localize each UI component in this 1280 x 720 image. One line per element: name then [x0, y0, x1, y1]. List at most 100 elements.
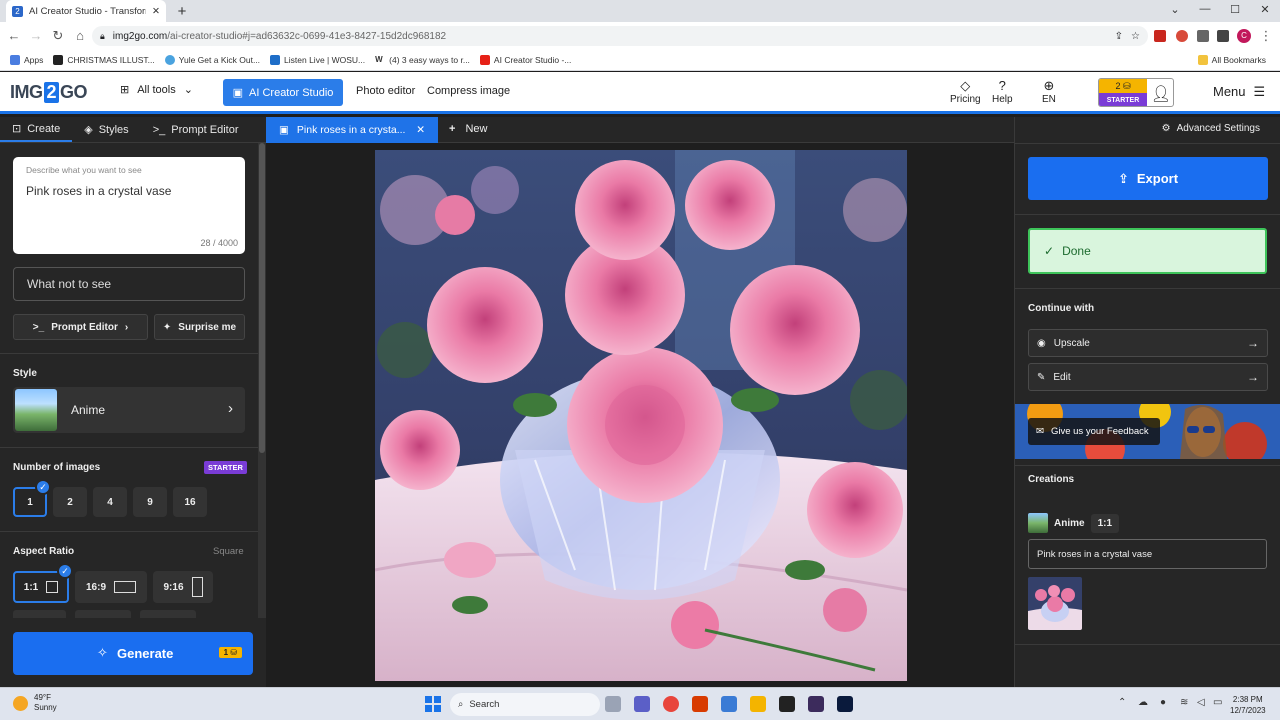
bookmark-item[interactable]: CHRISTMAS ILLUST...: [53, 55, 155, 65]
photoshop-icon[interactable]: [837, 696, 853, 712]
upscale-button[interactable]: ◉ Upscale →: [1028, 329, 1268, 357]
tab-create[interactable]: ⊡ Create: [0, 117, 73, 142]
menu-button[interactable]: Menu ☰: [1213, 84, 1265, 100]
left-scrollbar[interactable]: [258, 143, 266, 618]
photo-editor-link[interactable]: Photo editor: [356, 85, 415, 97]
aspect-9-16-button[interactable]: 9:16: [153, 571, 213, 603]
bookmark-item[interactable]: AI Creator Studio -...: [479, 55, 571, 65]
microphone-icon[interactable]: ●: [1160, 697, 1166, 708]
bookmark-all[interactable]: All Bookmarks: [1197, 55, 1266, 65]
bookmark-apps[interactable]: Apps: [10, 55, 43, 65]
url-field[interactable]: 🔒︎ img2go.com/ai-creator-studio#j=ad6363…: [92, 26, 1148, 46]
help-link[interactable]: ? Help: [992, 78, 1013, 105]
aspect-16-9-button[interactable]: 16:9: [75, 571, 147, 603]
tab-prompt-editor[interactable]: >_ Prompt Editor: [141, 117, 251, 142]
bookmark-star-icon[interactable]: ☆: [1131, 31, 1140, 42]
ai-creator-studio-button[interactable]: ▣ AI Creator Studio: [223, 79, 343, 106]
num-images-16[interactable]: 16: [173, 487, 207, 517]
palette-icon: ◈: [84, 124, 93, 136]
edit-button[interactable]: ✎ Edit →: [1028, 363, 1268, 391]
bookmark-item[interactable]: Yule Get a Kick Out...: [164, 55, 260, 65]
chrome-icon[interactable]: [663, 696, 679, 712]
feedback-banner[interactable]: ✉ Give us your Feedback: [1015, 404, 1280, 459]
puzzle-extensions-icon[interactable]: [1197, 30, 1209, 42]
windows-taskbar: 49°F Sunny ⌕ Search ⌃ ☁ ● ≋ ◁ ▭ 2:38 PM 12/…: [0, 687, 1280, 720]
creation-thumbnail[interactable]: [1028, 577, 1082, 630]
prompt-textarea[interactable]: Describe what you want to see Pink roses…: [13, 157, 245, 254]
w-favicon-icon: W: [375, 55, 386, 65]
chevron-up-icon[interactable]: ⌃: [1118, 697, 1126, 708]
compress-image-link[interactable]: Compress image: [427, 85, 510, 97]
close-tab-icon[interactable]: ✕: [416, 124, 425, 136]
amazon-icon[interactable]: [779, 696, 795, 712]
scrollbar-thumb[interactable]: [259, 143, 265, 453]
generated-image[interactable]: [375, 150, 907, 681]
tab-styles[interactable]: ◈ Styles: [72, 117, 140, 142]
reload-icon[interactable]: ↻: [50, 28, 66, 44]
sun-icon: [13, 695, 28, 711]
forward-icon[interactable]: →: [28, 28, 44, 44]
generate-button[interactable]: ✧ Generate 1 ⛁: [13, 632, 253, 675]
language-selector[interactable]: ⊕ EN: [1042, 78, 1056, 105]
share-icon[interactable]: ⇪: [1115, 31, 1123, 42]
tab-search-icon[interactable]: ⌄: [1160, 3, 1190, 19]
new-tab-button[interactable]: +: [172, 1, 192, 21]
taskbar-search[interactable]: ⌕ Search: [450, 693, 600, 716]
bookmark-item[interactable]: W (4) 3 easy ways to r...: [375, 55, 470, 65]
minimize-button[interactable]: —: [1190, 3, 1220, 19]
file-explorer-icon[interactable]: [750, 696, 766, 712]
prompt-value[interactable]: Pink roses in a crystal vase: [26, 184, 171, 198]
img2go-logo[interactable]: IMG 2 GO: [10, 80, 88, 104]
calculator-icon[interactable]: [721, 696, 737, 712]
export-button[interactable]: ⇪ Export: [1028, 157, 1268, 200]
bookmark-item[interactable]: Listen Live | WOSU...: [270, 55, 365, 65]
teams-icon[interactable]: [634, 696, 650, 712]
num-images-9[interactable]: 9: [133, 487, 167, 517]
advanced-settings-link[interactable]: ⚙ Advanced Settings: [1162, 123, 1260, 134]
sidepanel-icon[interactable]: [1217, 30, 1229, 42]
close-window-button[interactable]: ✕: [1250, 3, 1280, 19]
image-icon: ▣: [279, 124, 289, 136]
weather-widget[interactable]: 49°F Sunny: [13, 693, 57, 713]
credits-badge[interactable]: 2 ⛁ STARTER 👤︎: [1098, 78, 1174, 107]
all-tools-dropdown[interactable]: ⊞ All tools ⌄: [120, 83, 193, 97]
windows-start-icon[interactable]: [425, 696, 441, 712]
profile-avatar[interactable]: C: [1237, 29, 1251, 43]
task-view-icon[interactable]: [605, 696, 621, 712]
back-icon[interactable]: ←: [6, 28, 22, 44]
arrow-right-icon: →: [1247, 370, 1259, 384]
pricing-link[interactable]: ◇ Pricing: [950, 78, 981, 105]
give-feedback-button[interactable]: ✉ Give us your Feedback: [1028, 418, 1160, 445]
browser-tab[interactable]: 2 AI Creator Studio - Transform Id ✕: [6, 0, 166, 22]
num-images-4[interactable]: 4: [93, 487, 127, 517]
right-panel: ⚙ Advanced Settings ⇪ Export ✓ Done Continu…: [1014, 117, 1280, 687]
prompt-editor-button[interactable]: >_ Prompt Editor ›: [13, 314, 148, 340]
divider: [1015, 214, 1280, 215]
selected-check-icon: ✓: [35, 479, 51, 495]
divider: [0, 531, 258, 532]
canvas-tab-active[interactable]: ▣ Pink roses in a crysta... ✕: [266, 117, 438, 143]
browser-menu-icon[interactable]: ⋮: [1258, 28, 1274, 44]
clock[interactable]: 2:38 PM 12/7/2023: [1230, 694, 1266, 716]
volume-icon[interactable]: ◁: [1197, 697, 1205, 708]
creation-prompt[interactable]: Pink roses in a crystal vase: [1028, 539, 1267, 569]
home-icon[interactable]: ⌂: [72, 28, 88, 44]
cloud-icon[interactable]: ☁: [1138, 697, 1148, 708]
extension-icon[interactable]: [1176, 30, 1188, 42]
wifi-icon[interactable]: ≋: [1180, 697, 1188, 708]
negative-prompt-input[interactable]: What not to see: [13, 267, 245, 301]
app-icon[interactable]: [808, 696, 824, 712]
youtube-favicon-icon: [479, 55, 490, 65]
close-tab-icon[interactable]: ✕: [152, 6, 160, 17]
generate-cost-badge: 1 ⛁: [218, 647, 242, 658]
new-canvas-button[interactable]: + New: [449, 123, 487, 135]
battery-icon[interactable]: ▭: [1213, 697, 1222, 708]
surprise-me-button[interactable]: ✦ Surprise me: [154, 314, 245, 340]
maximize-button[interactable]: ☐: [1220, 3, 1250, 19]
pdf-extension-icon[interactable]: [1154, 30, 1166, 42]
num-images-2[interactable]: 2: [53, 487, 87, 517]
user-icon[interactable]: 👤︎: [1147, 79, 1173, 106]
continue-with-label: Continue with: [1028, 303, 1095, 314]
office-icon[interactable]: [692, 696, 708, 712]
style-selector[interactable]: Anime ›: [13, 387, 245, 433]
